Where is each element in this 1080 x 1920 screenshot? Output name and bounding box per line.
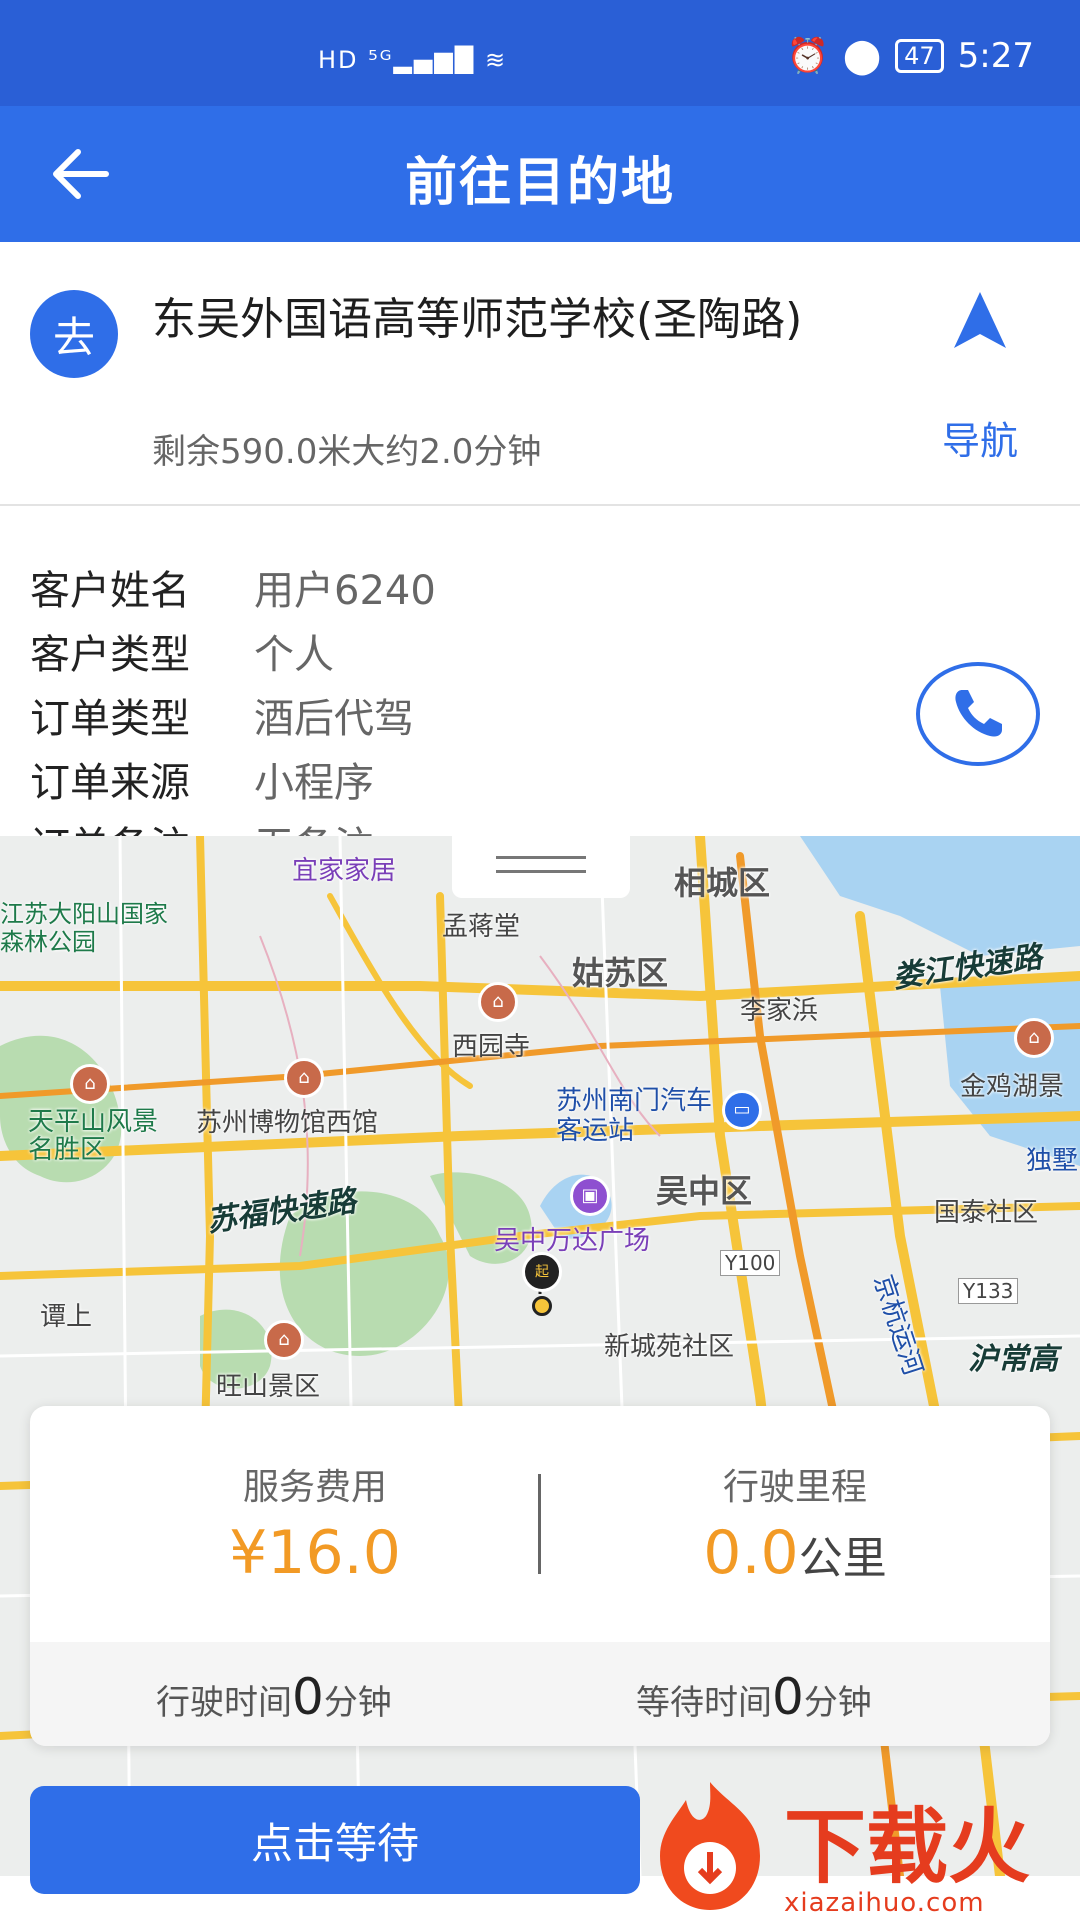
handle-line [496,856,586,859]
map-label: 金鸡湖景 [960,1072,1065,1102]
info-row-order-type: 订单类型 酒后代驾 [30,686,414,744]
battery-indicator: 47 [895,39,944,73]
wait-time-label: 等待时间 [636,1683,772,1723]
info-value: 用户6240 [254,568,436,614]
current-location-icon [532,1296,552,1316]
signal-wifi-icons: HD ⁵ᴳ▂▄▆█ ≋ [318,46,508,74]
watermark-brand: 下载火 [784,1800,1031,1895]
map-label: 李家浜 [740,996,819,1026]
fee-label: 服务费用 [242,1467,387,1508]
info-key: 订单备注 [30,814,254,836]
map-label: 孟蒋堂 [442,912,521,942]
scenic-icon: ⌂ [70,1064,110,1104]
drive-time: 行驶时间0分钟 [156,1668,392,1726]
drive-time-label: 行驶时间 [156,1683,292,1723]
map-label: 宜家家居 [292,856,397,886]
status-right: ⏰ ⬤ 47 5:27 [787,36,1034,76]
drag-handle[interactable] [452,836,630,898]
info-value: 酒后代驾 [254,696,414,742]
watermark: 下载火 xiazaihuo.com [640,1776,1080,1920]
map-label: 谭上 [40,1302,93,1332]
distance-value: 0.0 [703,1518,799,1588]
info-row-name: 客户姓名 用户6240 [30,558,436,616]
destination-card: 去 东吴外国语高等师范学校(圣陶路) 剩余590.0米大约2.0分钟 导航 [0,242,1080,504]
scenic-icon: ⌂ [264,1320,304,1360]
alarm-icon: ⏰ [786,36,830,76]
navigate-label: 导航 [941,419,1018,463]
start-marker-icon: 起 [522,1252,562,1292]
map-label: 吴中区 [656,1172,753,1210]
map-label: 苏州南门汽车客运站 [556,1086,713,1146]
wait-time-unit: 分钟 [803,1683,872,1723]
map-label: 旺山景区 [216,1372,321,1402]
shopping-icon: ▣ [570,1176,610,1216]
museum-icon: ⌂ [284,1058,324,1098]
map-label: 吴中万达广场 [494,1226,651,1256]
wait-time: 等待时间0分钟 [636,1668,872,1726]
distance-label: 行驶里程 [722,1467,867,1508]
navigation-arrow-icon [954,292,1006,348]
status-bar: HD ⁵ᴳ▂▄▆█ ≋ ⏰ ⬤ 47 5:27 [0,0,1080,106]
map-label: 独墅 [1026,1146,1079,1176]
location-icon: ⬤ [843,36,882,76]
stat-separator [538,1474,541,1574]
scenic-icon: ⌂ [1014,1018,1054,1058]
watermark-url: xiazaihuo.com [784,1888,985,1918]
map-label: 新城苑社区 [604,1332,735,1362]
info-key: 订单来源 [30,760,190,806]
customer-info: 客户姓名 用户6240 客户类型 个人 订单类型 酒后代驾 订单来源 小程序 订… [0,506,1080,836]
map-label: 西园寺 [452,1032,531,1062]
handle-line [496,870,586,873]
call-customer-button[interactable] [916,662,1040,766]
info-row-source: 订单来源 小程序 [30,750,374,808]
wait-time-value: 0 [772,1668,804,1726]
distance-value-line: 0.0公里 [570,1518,1020,1588]
info-value: 无备注 [254,814,374,836]
drive-time-value: 0 [292,1668,324,1726]
map-label: Y100 [720,1250,781,1276]
info-key: 客户姓名 [30,568,190,614]
map-label: Y133 [958,1278,1019,1304]
flame-logo-icon [660,1782,760,1910]
navigate-button[interactable]: 导航 [920,288,1040,463]
page-title: 前往目的地 [404,153,675,213]
remaining-distance-time: 剩余590.0米大约2.0分钟 [152,432,542,472]
map-label: 相城区 [674,864,771,902]
info-key: 订单类型 [30,696,190,742]
status-time: 5:27 [957,36,1034,76]
go-badge: 去 [30,290,118,378]
distance-unit: 公里 [798,1533,887,1584]
time-stats: 行驶时间0分钟 等待时间0分钟 [30,1642,1050,1746]
map-label: 姑苏区 [572,954,669,992]
drive-time-unit: 分钟 [323,1683,392,1723]
info-row-remark: 订单备注 无备注 [30,814,374,836]
destination-name: 东吴外国语高等师范学校(圣陶路) [152,294,803,345]
info-key: 客户类型 [30,632,190,678]
map-label: 沪常高 [968,1342,1058,1377]
map-label: 苏州博物馆西馆 [196,1108,379,1138]
info-row-type: 客户类型 个人 [30,622,334,680]
phone-icon [955,690,1002,737]
temple-icon: ⌂ [478,982,518,1022]
info-value: 小程序 [254,760,374,806]
info-value: 个人 [254,632,334,678]
bus-station-icon: ▭ [722,1090,762,1130]
click-to-wait-button[interactable]: 点击等待 [30,1786,640,1894]
map-label: 江苏大阳山国家森林公园 [0,900,168,956]
map-label: 国泰社区 [934,1198,1039,1228]
app-bar: 前往目的地 [0,106,1080,242]
trip-stats-card: 服务费用 ¥16.0 行驶里程 0.0公里 行驶时间0分钟 等待时间0分钟 [30,1406,1050,1746]
map-label: 天平山风景名胜区 [28,1107,159,1165]
fee-value: ¥16.0 [229,1518,401,1588]
